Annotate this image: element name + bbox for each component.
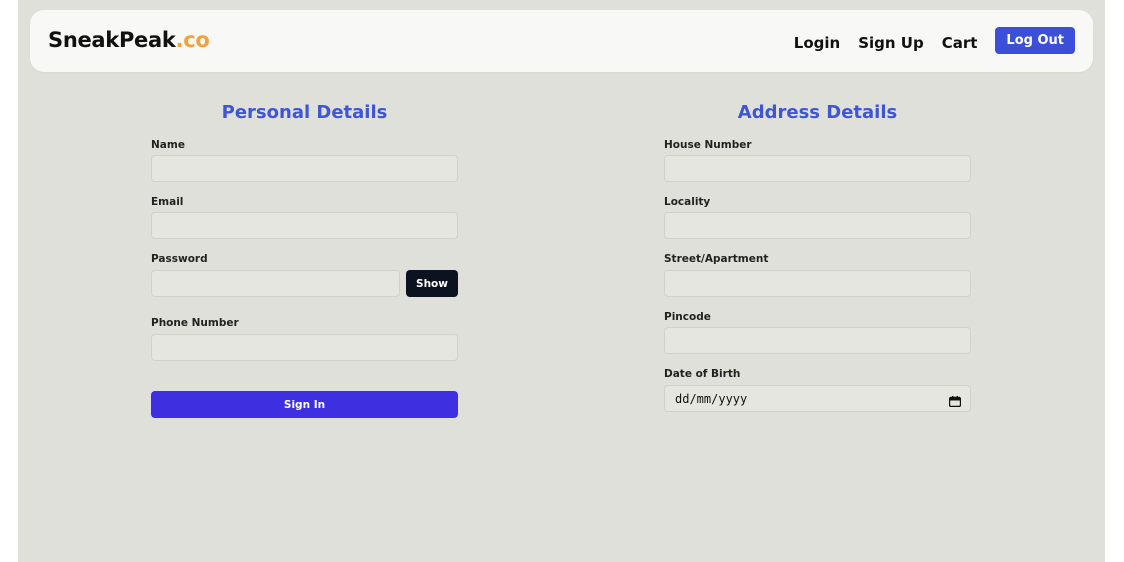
phone-number-input[interactable] (151, 334, 458, 361)
name-label: Name (151, 139, 185, 151)
personal-details-section: Personal Details Name Email Password Sho… (151, 101, 458, 418)
street-apartment-label: Street/Apartment (664, 253, 769, 265)
brand-logo[interactable]: SneakPeak.co (48, 28, 210, 52)
navbar: SneakPeak.co Login Sign Up Cart Log Out (30, 10, 1093, 72)
date-of-birth-input[interactable]: dd/mm/yyyy (664, 385, 971, 412)
nav-cart-link[interactable]: Cart (942, 34, 978, 52)
date-of-birth-label: Date of Birth (664, 368, 741, 380)
password-input[interactable] (151, 270, 400, 297)
address-details-title: Address Details (737, 102, 898, 123)
personal-details-title: Personal Details (221, 102, 388, 123)
email-input[interactable] (151, 212, 458, 239)
email-label: Email (151, 196, 184, 208)
page-background: SneakPeak.co Login Sign Up Cart Log Out … (18, 0, 1105, 562)
pincode-label: Pincode (664, 311, 711, 323)
locality-input[interactable] (664, 212, 971, 239)
name-input[interactable] (151, 155, 458, 182)
date-of-birth-placeholder: dd/mm/yyyy (675, 391, 748, 406)
nav-login-link[interactable]: Login (794, 34, 840, 52)
nav-links: Login Sign Up Cart Log Out (794, 27, 1075, 56)
brand-domain: .co (175, 28, 210, 52)
nav-signup-link[interactable]: Sign Up (858, 34, 924, 52)
house-number-input[interactable] (664, 155, 971, 182)
brand-name: SneakPeak (48, 28, 176, 52)
locality-label: Locality (664, 196, 711, 208)
sign-in-button[interactable]: Sign In (151, 391, 458, 418)
phone-number-label: Phone Number (151, 317, 239, 329)
house-number-label: House Number (664, 139, 752, 151)
show-password-button[interactable]: Show (406, 270, 458, 297)
pincode-input[interactable] (664, 327, 971, 354)
street-apartment-input[interactable] (664, 270, 971, 297)
calendar-icon[interactable] (948, 394, 962, 407)
password-label: Password (151, 253, 208, 265)
address-details-section: Address Details House Number Locality St… (664, 101, 971, 412)
logout-button[interactable]: Log Out (995, 27, 1075, 54)
